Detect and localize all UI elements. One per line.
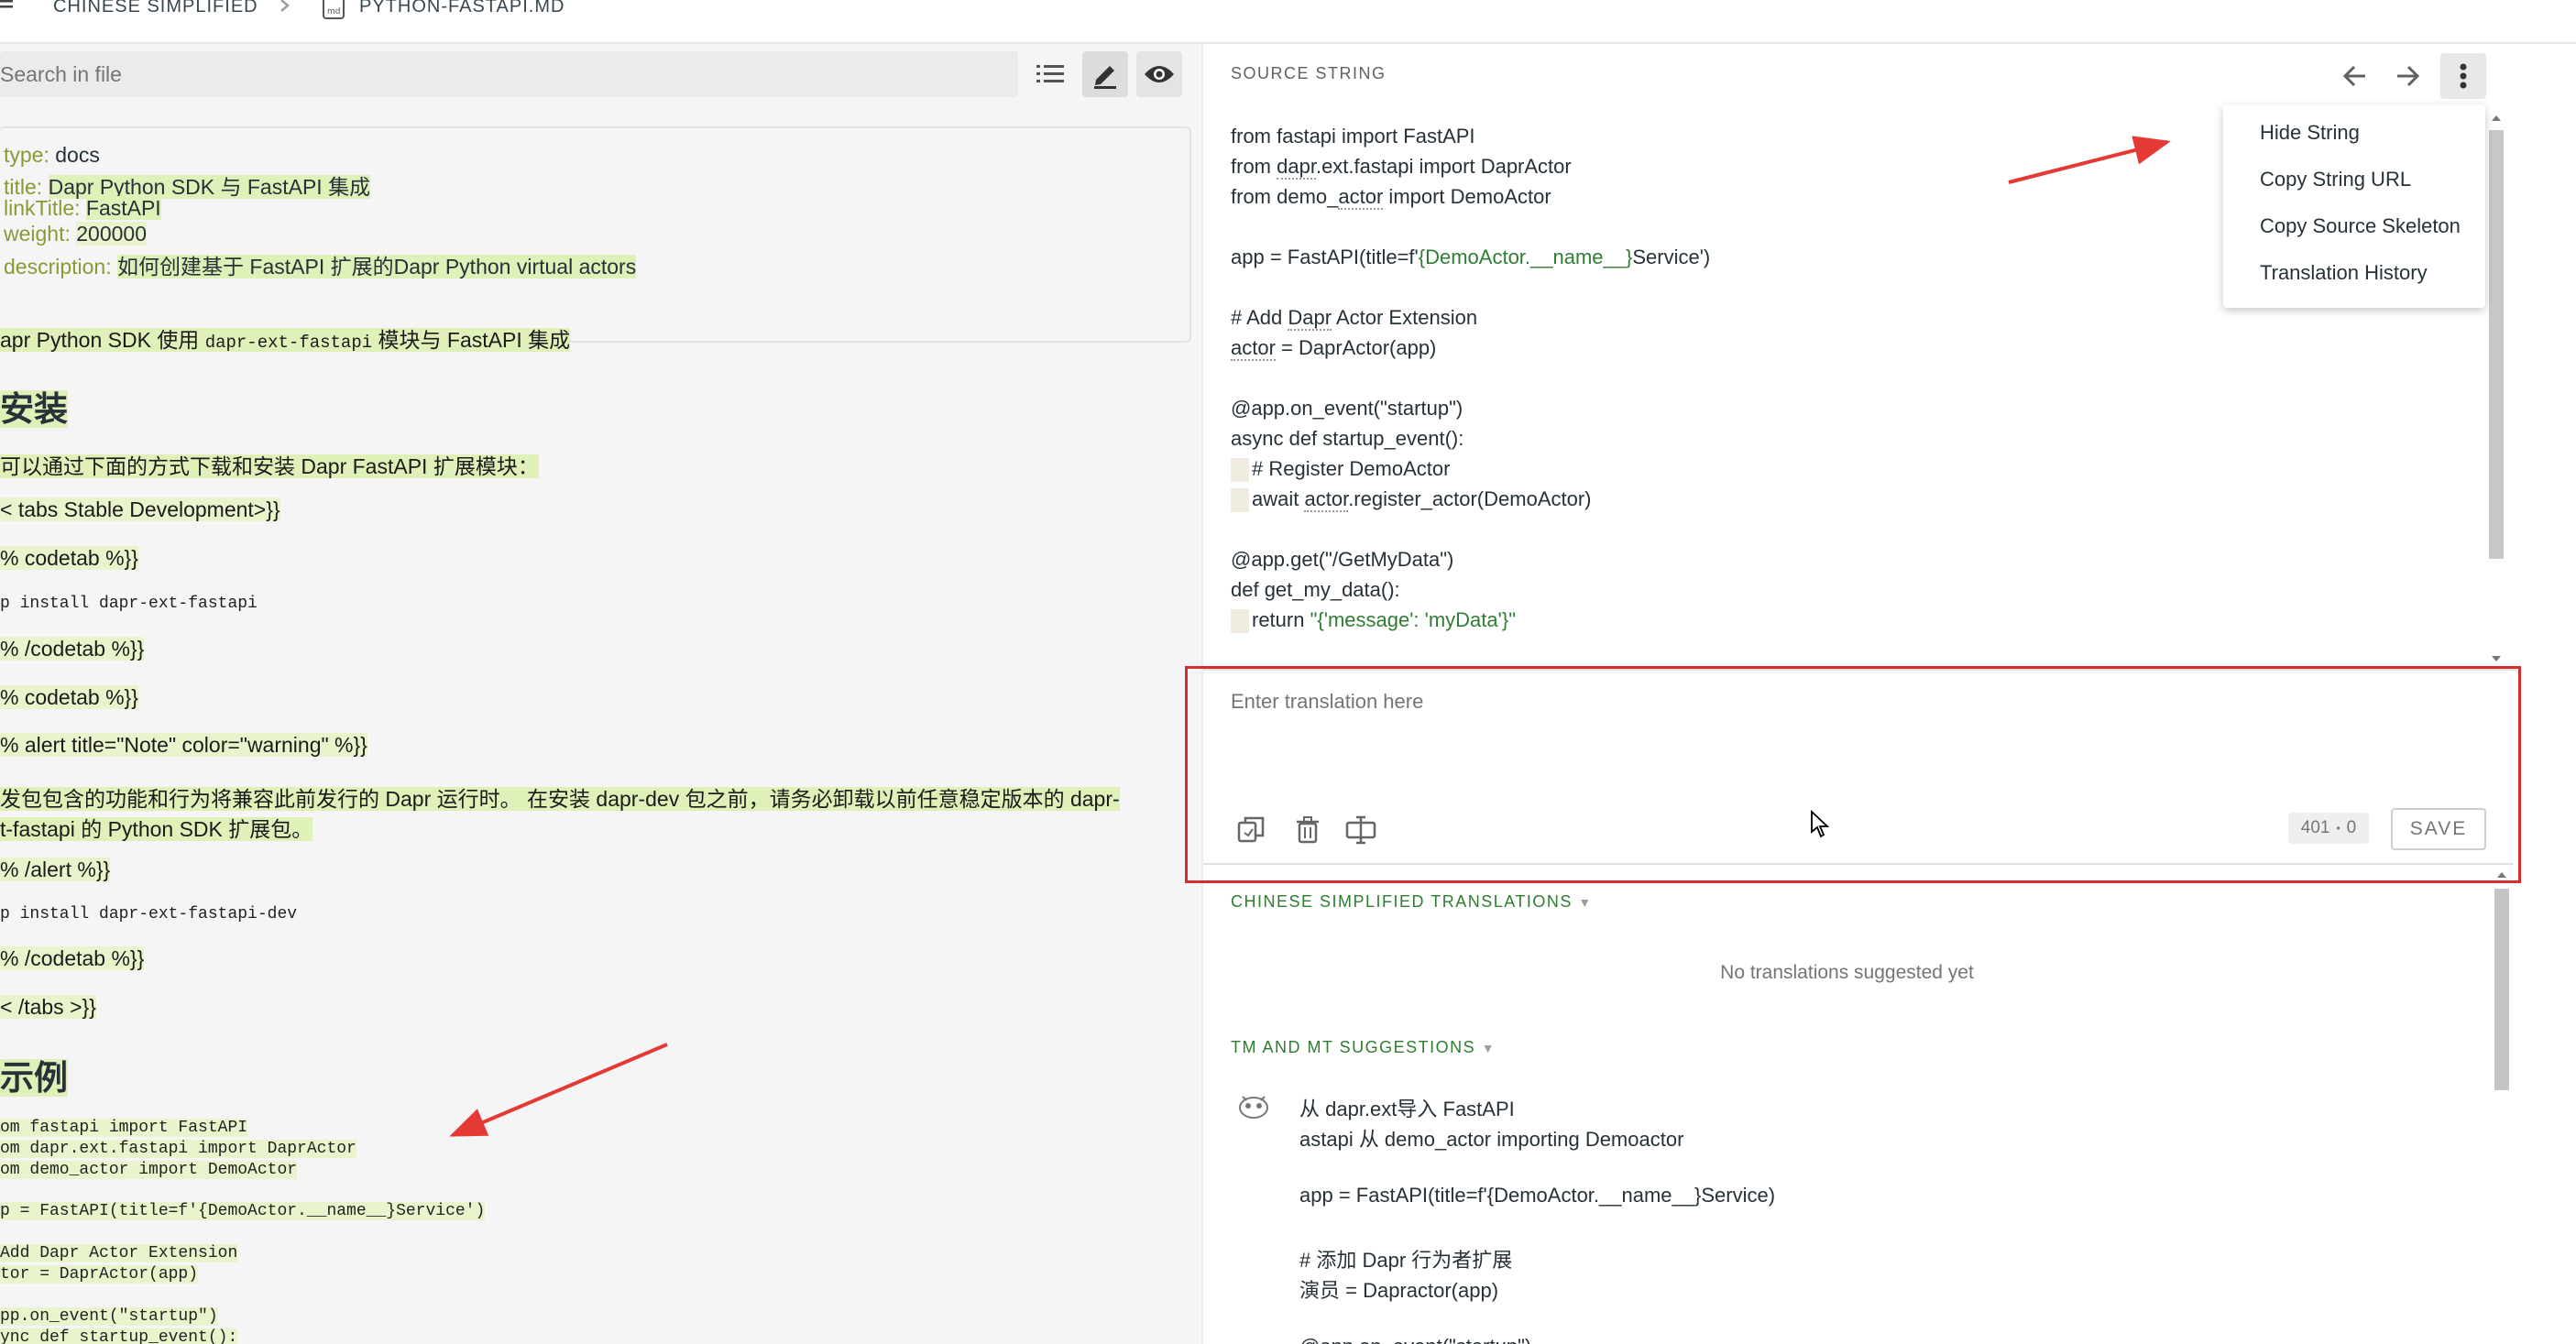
code-line[interactable]: om dapr.ext.fastapi import DaprActor	[0, 1140, 356, 1158]
heading-install[interactable]: 安装	[0, 381, 68, 431]
source-line: # Register DemoActor	[1231, 457, 1450, 483]
source-string-label: SOURCE STRING	[1231, 64, 1387, 82]
code-line[interactable]: p = FastAPI(title=f'{DemoActor.__name__}…	[0, 1202, 486, 1220]
code-line[interactable]: p install dapr-ext-fastapi	[0, 595, 258, 613]
menu-icon[interactable]	[0, 0, 16, 18]
source-line: @app.get("/GetMyData")	[1231, 548, 1454, 571]
svg-text:md: md	[327, 7, 340, 16]
code-line[interactable]: tor = DaprActor(app)	[0, 1265, 199, 1284]
shortcode-line[interactable]: < tabs Stable Development>}}	[0, 497, 280, 522]
suggestion-line[interactable]: @app.on_event("startup")	[1299, 1335, 1531, 1344]
eye-icon	[1145, 66, 1174, 82]
source-line: return "{'message': 'myData'}"	[1231, 608, 1516, 634]
source-line: await actor.register_actor(DemoActor)	[1231, 487, 1592, 513]
source-line: from dapr.ext.fastapi import DaprActor	[1231, 155, 1572, 180]
shortcode-line[interactable]: % /codetab %}}	[0, 637, 145, 661]
no-translations-message: No translations suggested yet	[1720, 962, 1974, 983]
code-line[interactable]: ync def startup_event():	[0, 1328, 238, 1344]
suggestions-scrollbar[interactable]	[2494, 889, 2509, 1090]
alert-paragraph-line[interactable]: t-fastapi 的 Python SDK 扩展包。	[0, 812, 313, 843]
source-line: @app.on_event("startup")	[1231, 397, 1463, 420]
translations-section-label[interactable]: CHINESE SIMPLIFIED TRANSLATIONS ▼	[1231, 892, 1593, 912]
front-matter-line: description: 如何创建基于 FastAPI 扩展的Dapr Pyth…	[4, 255, 637, 279]
install-paragraph[interactable]: 可以通过下面的方式下载和安装 Dapr FastAPI 扩展模块：	[0, 449, 539, 480]
shortcode-line[interactable]: < /tabs >}}	[0, 995, 96, 1020]
chevron-right-icon	[280, 0, 290, 12]
annotation-highlight-box	[1185, 666, 2521, 883]
suggestion-line[interactable]: 从 dapr.ext导入 FastAPI	[1299, 1093, 1515, 1122]
scroll-up-icon[interactable]	[2495, 869, 2508, 881]
source-line: app = FastAPI(title=f'{DemoActor.__name_…	[1231, 246, 1711, 268]
scroll-down-icon[interactable]	[2490, 652, 2503, 665]
list-icon	[1036, 65, 1064, 82]
source-line: def get_my_data():	[1231, 578, 1400, 601]
front-matter-line: type: docs	[4, 143, 100, 167]
suggestion-line[interactable]: # 添加 Dapr 行为者扩展	[1299, 1244, 1512, 1273]
caret-down-icon: ▼	[1481, 1041, 1496, 1055]
shortcode-line[interactable]: % /alert %}}	[0, 858, 111, 882]
caret-down-icon: ▼	[1578, 895, 1593, 910]
preview-mode-button[interactable]	[1136, 51, 1182, 97]
markdown-file-icon: md	[323, 0, 345, 19]
heading-example[interactable]: 示例	[0, 1050, 68, 1099]
source-line: # Add Dapr Actor Extension	[1231, 306, 1478, 331]
translation-memory-icon	[1239, 1096, 1268, 1119]
list-view-button[interactable]	[1027, 51, 1073, 97]
suggestion-line[interactable]: app = FastAPI(title=f'{DemoActor.__name_…	[1299, 1184, 1775, 1207]
pencil-icon	[1094, 66, 1116, 89]
shortcode-line[interactable]: % codetab %}}	[0, 685, 138, 710]
search-input[interactable]	[0, 51, 1018, 97]
arrow-left-icon[interactable]	[2341, 62, 2369, 90]
menu-item-hide-string[interactable]: Hide String	[2260, 121, 2360, 145]
front-matter-line: weight: 200000	[4, 222, 148, 246]
more-options-button[interactable]	[2440, 53, 2486, 99]
intro-paragraph[interactable]: apr Python SDK 使用 dapr-ext-fastapi 模块与 F…	[0, 322, 571, 354]
source-scrollbar[interactable]	[2489, 130, 2504, 559]
whitespace-marker	[1231, 488, 1249, 513]
more-options-menu: Hide String Copy String URL Copy Source …	[2223, 104, 2485, 308]
menu-item-translation-history[interactable]: Translation History	[2260, 261, 2428, 285]
search-bar	[0, 51, 1018, 97]
breadcrumb-file[interactable]: PYTHON-FASTAPI.MD	[359, 0, 565, 17]
front-matter-line: linkTitle: FastAPI	[4, 196, 161, 220]
code-line[interactable]: Add Dapr Actor Extension	[0, 1244, 238, 1262]
code-line[interactable]: pp.on_event("startup")	[0, 1307, 218, 1326]
arrow-right-icon[interactable]	[2394, 62, 2421, 90]
shortcode-line[interactable]: % alert title="Note" color="warning" %}}	[0, 733, 367, 758]
shortcode-line[interactable]: % codetab %}}	[0, 546, 138, 571]
menu-item-copy-source-skeleton[interactable]: Copy Source Skeleton	[2260, 214, 2461, 238]
menu-item-copy-string-url[interactable]: Copy String URL	[2260, 168, 2411, 191]
source-line: from fastapi import FastAPI	[1231, 125, 1475, 148]
top-bar: CHINESE SIMPLIFIED md PYTHON-FASTAPI.MD	[0, 0, 2576, 44]
breadcrumb-language[interactable]: CHINESE SIMPLIFIED	[53, 0, 258, 17]
suggestion-line[interactable]: astapi 从 demo_actor importing Demoactor	[1299, 1123, 1683, 1153]
code-line[interactable]: om demo_actor import DemoActor	[0, 1161, 298, 1179]
whitespace-marker	[1231, 458, 1249, 483]
suggestion-line[interactable]: 演员 = Dapractor(app)	[1299, 1274, 1498, 1304]
edit-mode-button[interactable]	[1082, 51, 1128, 97]
code-line[interactable]: p install dapr-ext-fastapi-dev	[0, 905, 297, 923]
suggestions-section-label[interactable]: TM AND MT SUGGESTIONS ▼	[1231, 1038, 1496, 1057]
alert-paragraph-line[interactable]: 发包包含的功能和行为将兼容此前发行的 Dapr 运行时。 在安装 dapr-de…	[0, 781, 1120, 813]
code-line[interactable]: om fastapi import FastAPI	[0, 1119, 248, 1137]
scroll-up-icon[interactable]	[2490, 112, 2503, 125]
file-editor-pane: type: docs title: Dapr Python SDK 与 Fast…	[0, 44, 1201, 1344]
source-line: from demo_actor import DemoActor	[1231, 185, 1551, 210]
shortcode-line[interactable]: % /codetab %}}	[0, 946, 145, 971]
front-matter-block	[0, 126, 1191, 343]
source-line: async def startup_event():	[1231, 427, 1464, 450]
more-vertical-icon	[2460, 63, 2467, 89]
whitespace-marker	[1231, 609, 1249, 634]
source-line: actor = DaprActor(app)	[1231, 336, 1437, 361]
